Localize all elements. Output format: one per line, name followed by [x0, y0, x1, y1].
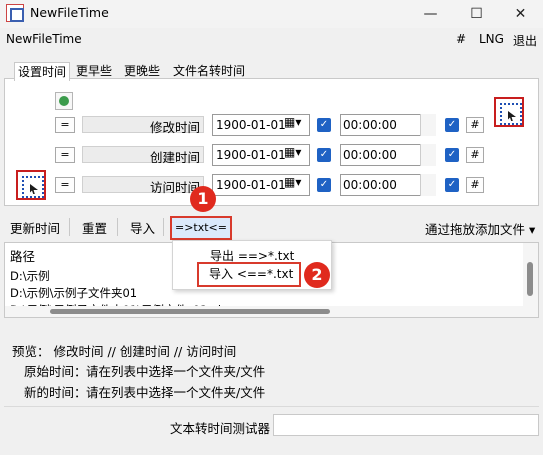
- toolbar-separator: [117, 218, 118, 236]
- hash-button-modified[interactable]: #: [466, 117, 484, 133]
- txt-menu-button[interactable]: =>txt<=: [170, 216, 232, 240]
- accessed-time-checkbox[interactable]: ✓: [445, 178, 459, 192]
- menu-item-import-txt[interactable]: 导入 <==*.txt: [197, 262, 301, 287]
- drag-drop-add-menu[interactable]: 通过拖放添加文件 ▾: [425, 219, 535, 238]
- text-to-time-tester-input[interactable]: [273, 414, 539, 436]
- spinner-icon[interactable]: [420, 174, 436, 196]
- hash-button-accessed[interactable]: #: [466, 177, 484, 193]
- close-button[interactable]: ✕: [498, 0, 543, 28]
- cursor-icon-right[interactable]: [494, 97, 524, 127]
- modified-label: 修改时间: [149, 120, 200, 135]
- original-time-value: 请在列表中选择一个文件夹/文件: [86, 364, 266, 379]
- eq-button-accessed[interactable]: =: [55, 177, 75, 193]
- modified-time-checkbox[interactable]: ✓: [445, 118, 459, 132]
- modified-date-checkbox[interactable]: ✓: [317, 118, 331, 132]
- app-icon: [6, 4, 24, 22]
- list-column-path[interactable]: 路径: [10, 246, 35, 265]
- tab-later[interactable]: 更晚些: [121, 62, 163, 80]
- spinner-icon[interactable]: [420, 114, 436, 136]
- minimize-button[interactable]: —: [408, 0, 453, 28]
- preview-header: 预览： 修改时间 // 创建时间 // 访问时间: [12, 344, 237, 359]
- eq-button-modified[interactable]: =: [55, 117, 75, 133]
- refresh-icon[interactable]: [55, 92, 73, 110]
- original-time-label: 原始时间：: [24, 364, 87, 379]
- horizontal-scroll-thumb[interactable]: [50, 309, 330, 314]
- tab-set-time[interactable]: 设置时间: [14, 62, 71, 81]
- callout-badge-2: 2: [304, 262, 330, 288]
- window-title: NewFileTime: [30, 5, 109, 20]
- created-date-checkbox[interactable]: ✓: [317, 148, 331, 162]
- new-time-value: 请在列表中选择一个文件夹/文件: [86, 385, 266, 400]
- calendar-icon[interactable]: ▦▾: [284, 145, 308, 165]
- tab-earlier[interactable]: 更早些: [73, 62, 115, 80]
- eq-button-created[interactable]: =: [55, 147, 75, 163]
- tab-filename-to-time[interactable]: 文件名转时间: [170, 62, 248, 80]
- menu-hash[interactable]: #: [456, 32, 466, 46]
- spinner-icon[interactable]: [420, 144, 436, 166]
- update-time-button[interactable]: 更新时间: [10, 218, 60, 237]
- import-button[interactable]: 导入: [130, 218, 155, 237]
- vertical-scroll-thumb[interactable]: [527, 262, 533, 296]
- toolbar-separator: [69, 218, 70, 236]
- calendar-icon[interactable]: ▦▾: [284, 115, 308, 135]
- hash-button-created[interactable]: #: [466, 147, 484, 163]
- menu-exit[interactable]: 退出: [513, 32, 537, 49]
- created-time-checkbox[interactable]: ✓: [445, 148, 459, 162]
- list-item[interactable]: D:\示例\示例子文件夹01: [10, 285, 137, 301]
- maximize-button[interactable]: ☐: [454, 0, 499, 28]
- accessed-date-checkbox[interactable]: ✓: [317, 178, 331, 192]
- menu-title: NewFileTime: [6, 32, 82, 46]
- toolbar-separator: [163, 218, 164, 236]
- cursor-icon-left[interactable]: [16, 170, 46, 200]
- text-to-time-tester-label: 文本转时间测试器: [170, 421, 271, 436]
- new-time-label: 新的时间：: [24, 385, 87, 400]
- callout-badge-1: 1: [190, 186, 216, 212]
- reset-button[interactable]: 重置: [82, 218, 107, 237]
- menu-language[interactable]: LNG: [479, 32, 504, 46]
- calendar-icon[interactable]: ▦▾: [284, 175, 308, 195]
- divider: [4, 406, 539, 407]
- accessed-label: 访问时间: [149, 180, 200, 195]
- created-label: 创建时间: [149, 150, 200, 165]
- list-item[interactable]: D:\示例: [10, 268, 50, 284]
